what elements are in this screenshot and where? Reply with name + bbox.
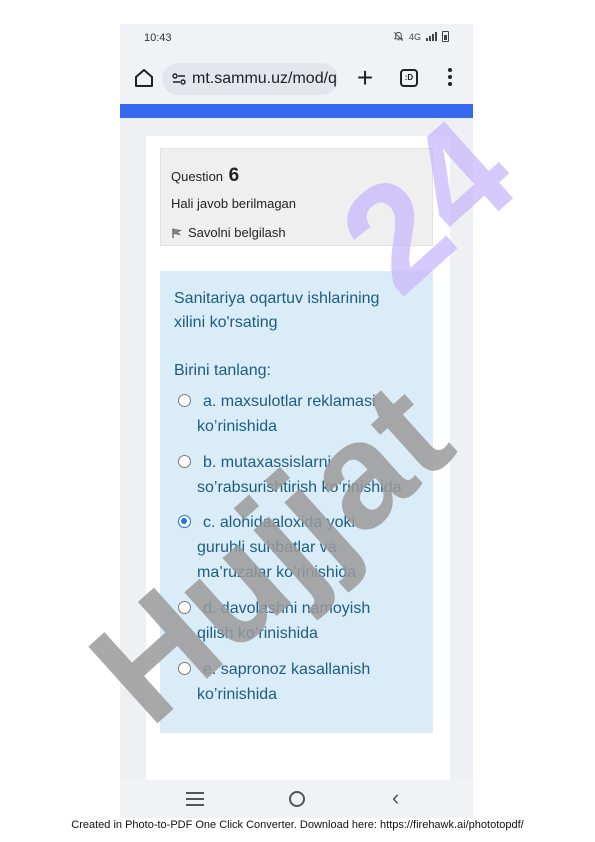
android-nav-bar: ‹ [120, 780, 473, 818]
nav-home-icon[interactable] [289, 791, 305, 807]
flag-question-link[interactable]: Savolni belgilash [171, 225, 286, 240]
question-state: Hali javob berilmagan [171, 196, 297, 211]
answer-option-d[interactable]: d. davolashni namoyish qilish ko’rinishid… [178, 596, 413, 646]
answer-prompt: Birini tanlang: [174, 362, 271, 379]
question-number: Question 6 [171, 165, 239, 187]
status-icons: 4G [393, 31, 449, 42]
answer-e-line-1[interactable]: e. sapronoz kasallanish [197, 657, 413, 682]
answer-a-line-1[interactable]: a. maxsulotlar reklamasi [197, 389, 413, 414]
back-icon[interactable]: ‹ [392, 787, 408, 809]
answer-option-e[interactable]: e. sapronoz kasallanish ko’rinishida [178, 657, 413, 707]
flag-icon[interactable] [171, 227, 183, 239]
recents-icon[interactable] [186, 792, 204, 806]
radio-d[interactable] [178, 601, 191, 614]
question-info: Question 6 Hali javob berilmagan Savolni… [160, 148, 433, 246]
radio-b[interactable] [178, 455, 191, 468]
battery-icon [442, 31, 449, 42]
question-label: Question [171, 169, 224, 184]
home-icon[interactable] [132, 66, 156, 90]
answer-a-line-2[interactable]: ko’rinishida [197, 414, 413, 439]
radio-c-selected[interactable] [178, 515, 191, 528]
question-formulation: Sanitariya oqartuv ishlarining xilini ko… [160, 271, 433, 733]
url-text[interactable]: mt.sammu.uz/mod/q [192, 70, 337, 88]
answer-option-a[interactable]: a. maxsulotlar reklamasi ko’rinishida [178, 389, 413, 439]
radio-a[interactable] [178, 394, 191, 407]
page-content: Question 6 Hali javob berilmagan Savolni… [120, 118, 473, 780]
status-time: 10:43 [144, 32, 172, 44]
question-text: Sanitariya oqartuv ishlarining xilini ko… [174, 290, 380, 331]
answer-option-b[interactable]: b. mutaxassislarni so’rabsurishtirish ko’… [178, 450, 413, 500]
more-menu-icon[interactable] [442, 66, 458, 90]
network-type: 4G [408, 31, 421, 42]
answer-b-line-2[interactable]: so’rabsurishtirish ko’rinishida [197, 475, 413, 500]
answer-c-line-2[interactable]: guruhli suhbatlar va [197, 535, 413, 560]
site-settings-icon[interactable] [171, 71, 187, 87]
browser-toolbar: mt.sammu.uz/mod/q + :D [120, 54, 473, 104]
question-card: Question 6 Hali javob berilmagan Savolni… [146, 136, 450, 780]
answer-d-line-2[interactable]: qilish ko’rinishida [197, 621, 413, 646]
answer-c-line-3[interactable]: ma’ruzalar ko’rinishida [197, 560, 413, 585]
page-header-bar [120, 104, 473, 118]
answer-b-line-1[interactable]: b. mutaxassislarni [197, 450, 413, 475]
address-bar[interactable]: mt.sammu.uz/mod/q [162, 63, 338, 95]
signal-icon [426, 32, 437, 41]
tab-switcher-button[interactable]: :D [400, 69, 418, 87]
answer-d-line-1[interactable]: d. davolashni namoyish [197, 596, 413, 621]
status-bar: 10:43 4G [120, 24, 473, 54]
radio-e[interactable] [178, 662, 191, 675]
new-tab-button[interactable]: + [350, 64, 380, 94]
phone-screen: 10:43 4G mt.sammu.uz/mod/q + :D Question… [120, 24, 473, 818]
answer-option-c[interactable]: c. alohidaaloxida yoki guruhli suhbatlar … [178, 510, 413, 585]
bell-muted-icon [393, 31, 404, 41]
answer-e-line-2[interactable]: ko’rinishida [197, 682, 413, 707]
question-number-value: 6 [228, 165, 240, 186]
answer-c-line-1[interactable]: c. alohidaaloxida yoki [197, 510, 413, 535]
flag-question-label[interactable]: Savolni belgilash [188, 225, 286, 240]
footer-credit: Created in Photo-to-PDF One Click Conver… [71, 819, 524, 831]
